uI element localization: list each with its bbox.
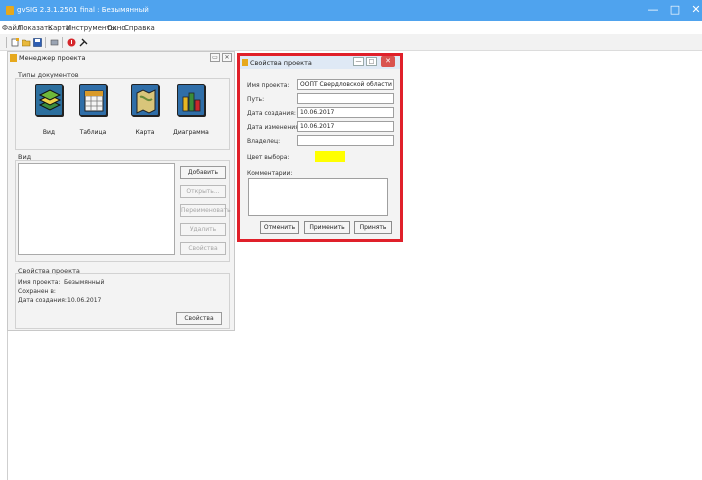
save-project-icon[interactable]	[33, 38, 42, 47]
dialog-icon	[242, 59, 248, 66]
owner-field-label: Владелец:	[247, 138, 281, 145]
menu-help[interactable]: Справка	[124, 24, 155, 32]
project-manager-titlebar: Менеджер проекта ▭ ✕	[8, 52, 234, 64]
owner-field[interactable]	[297, 135, 394, 146]
preferences-icon[interactable]	[50, 38, 59, 47]
selection-color-label: Цвет выбора:	[247, 154, 290, 161]
created-field-label: Дата создания:	[247, 110, 296, 117]
dialog-minimize-button[interactable]: —	[353, 57, 364, 66]
modified-field[interactable]: 10.06.2017	[297, 121, 394, 132]
created-field[interactable]: 10.06.2017	[297, 107, 394, 118]
doc-type-label: Вид	[42, 129, 56, 136]
maximize-button[interactable]: □	[668, 3, 682, 17]
app-icon	[6, 6, 14, 15]
project-name-field[interactable]: ООПТ Свердловской области	[297, 79, 394, 90]
doc-type-label: Карта	[135, 129, 155, 136]
project-manager-icon	[10, 54, 17, 62]
menu-bar: Файл Показать Карта Инструменты Окно Спр…	[0, 21, 702, 34]
window-title: gvSIG 2.3.1.2501 final : Безымянный	[17, 6, 149, 14]
close-button[interactable]: ✕	[689, 3, 702, 17]
creation-date-label: Дата создания:	[18, 297, 67, 304]
toolbar-separator	[62, 37, 63, 48]
doc-type-label: Диаграмма	[173, 129, 209, 136]
delete-button[interactable]: Удалить	[180, 223, 226, 236]
project-properties-dialog: Свойства проекта — □ ✕ Имя проекта: ООПТ…	[240, 56, 400, 239]
modified-field-label: Дата изменения:	[247, 124, 301, 131]
open-project-icon[interactable]	[22, 38, 31, 47]
project-manager-title: Менеджер проекта	[19, 54, 86, 62]
menu-window[interactable]: Окно	[107, 24, 126, 32]
documents-list[interactable]	[18, 163, 175, 255]
project-properties-button[interactable]: Свойства	[176, 312, 222, 325]
dialog-title: Свойства проекта	[250, 59, 312, 67]
rename-button[interactable]: Переименовать	[180, 204, 231, 217]
creation-date-value: 10.06.2017	[67, 297, 102, 304]
selection-color-swatch[interactable]	[315, 151, 345, 162]
project-name-value: Безымянный	[64, 279, 105, 286]
panel-restore-button[interactable]: ▭	[210, 53, 220, 62]
document-properties-button[interactable]: Свойства	[180, 242, 226, 255]
comments-textarea[interactable]	[248, 178, 388, 216]
apply-button[interactable]: Применить	[304, 221, 350, 234]
cancel-button[interactable]: Отменить	[260, 221, 299, 234]
map-icon[interactable]	[131, 84, 159, 116]
info-icon[interactable]	[67, 38, 76, 47]
open-button[interactable]: Открыть...	[180, 185, 226, 198]
comments-label: Комментарии:	[247, 170, 293, 177]
table-icon[interactable]	[79, 84, 107, 116]
saved-in-label: Сохранен в:	[18, 288, 56, 295]
project-name-field-label: Имя проекта:	[247, 82, 290, 89]
dialog-maximize-button[interactable]: □	[366, 57, 377, 66]
minimize-button[interactable]: —	[646, 3, 660, 17]
project-name-label: Имя проекта:	[18, 279, 61, 286]
chart-icon[interactable]	[177, 84, 205, 116]
path-field-label: Путь:	[247, 96, 265, 103]
toolbar-grip	[6, 37, 7, 48]
dialog-close-button[interactable]: ✕	[381, 56, 395, 67]
panel-close-button[interactable]: ✕	[222, 53, 232, 62]
tools-icon[interactable]	[79, 38, 88, 47]
new-project-icon[interactable]	[11, 38, 20, 47]
toolbar	[0, 34, 702, 51]
accept-button[interactable]: Принять	[354, 221, 392, 234]
title-bar: gvSIG 2.3.1.2501 final : Безымянный — □ …	[0, 0, 702, 21]
path-field[interactable]	[297, 93, 394, 104]
add-button[interactable]: Добавить	[180, 166, 226, 179]
view-layers-icon[interactable]	[35, 84, 63, 116]
doc-type-label: Таблица	[79, 129, 107, 136]
toolbar-separator	[45, 37, 46, 48]
dialog-titlebar: Свойства проекта — □ ✕	[240, 56, 400, 69]
